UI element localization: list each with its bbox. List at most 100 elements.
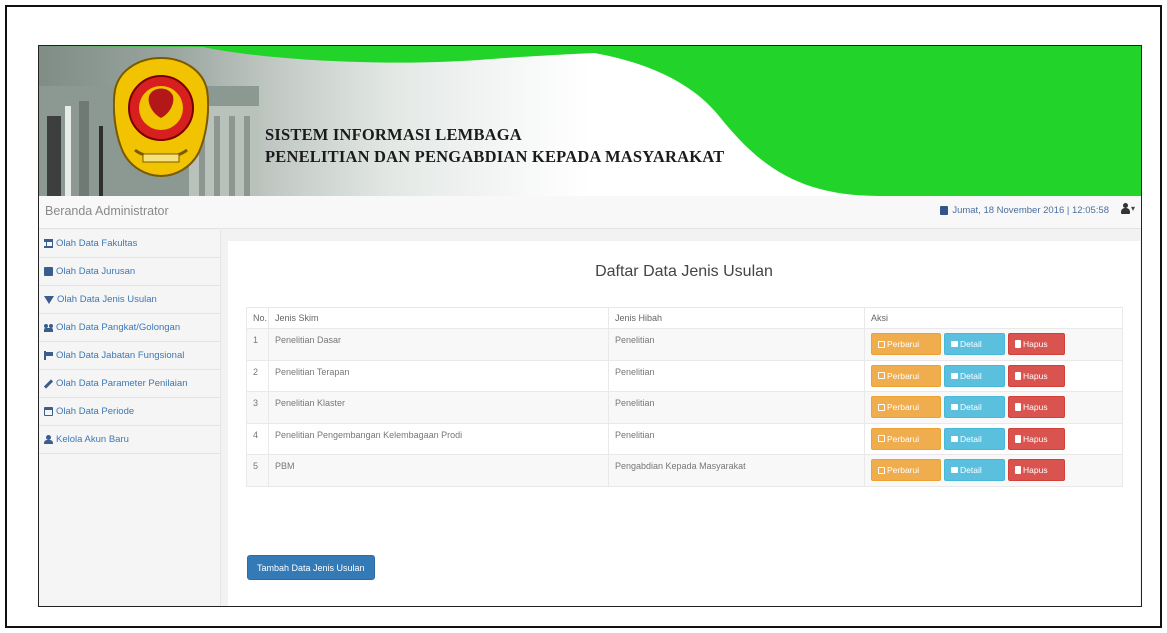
edit-icon (878, 340, 885, 348)
table-row: 2 Penelitian Terapan Penelitian Perbarui… (246, 359, 1123, 392)
table-row: 3 Penelitian Klaster Penelitian Perbarui… (246, 391, 1123, 424)
sidebar-item-label: Olah Data Jabatan Fungsional (56, 350, 185, 361)
content-panel: Daftar Data Jenis Usulan No. Jenis Skim … (228, 241, 1140, 606)
sidebar-item-jenis-usulan[interactable]: Olah Data Jenis Usulan (39, 286, 220, 314)
app-window: SISTEM INFORMASI LEMBAGA PENELITIAN DAN … (38, 45, 1142, 607)
delete-button-label: Hapus (1023, 433, 1048, 444)
sidebar-item-jabatan-fungsional[interactable]: Olah Data Jabatan Fungsional (39, 342, 220, 370)
table-row: 5 PBM Pengabdian Kepada Masyarakat Perba… (246, 454, 1123, 487)
list-icon (951, 404, 958, 411)
book-icon (44, 267, 53, 276)
sidebar-item-label: Kelola Akun Baru (56, 434, 129, 445)
trash-icon (1015, 434, 1021, 443)
column-header-jenis-hibah: Jenis Hibah (608, 307, 865, 329)
sidebar-item-pangkat-golongan[interactable]: Olah Data Pangkat/Golongan (39, 314, 220, 342)
sidebar-item-label: Olah Data Fakultas (56, 238, 138, 249)
row-number: 4 (246, 422, 269, 455)
jenis-hibah-cell: Penelitian (608, 391, 865, 424)
actions-cell: Perbarui Detail Hapus (864, 391, 1123, 424)
row-number: 1 (246, 328, 269, 361)
users-icon (44, 323, 53, 332)
table-row: 4 Penelitian Pengembangan Kelembagaan Pr… (246, 422, 1123, 455)
user-icon (44, 435, 53, 444)
edit-button[interactable]: Perbarui (871, 364, 941, 387)
system-title-line1: SISTEM INFORMASI LEMBAGA (265, 125, 522, 144)
user-menu-toggle[interactable]: ▾ (1120, 203, 1135, 214)
sidebar-item-label: Olah Data Pangkat/Golongan (56, 322, 181, 333)
delete-button[interactable]: Hapus (1008, 427, 1065, 450)
header-banner: SISTEM INFORMASI LEMBAGA PENELITIAN DAN … (39, 46, 1141, 196)
column-header-no: No. (246, 307, 269, 329)
trash-icon (1015, 371, 1021, 380)
detail-button-label: Detail (960, 465, 982, 476)
edit-button[interactable]: Perbarui (871, 459, 941, 482)
edit-button[interactable]: Perbarui (871, 333, 941, 356)
delete-button[interactable]: Hapus (1008, 459, 1065, 482)
delete-button-label: Hapus (1023, 339, 1048, 350)
jenis-usulan-table: No. Jenis Skim Jenis Hibah Aksi 1 Peneli… (246, 307, 1123, 487)
column-header-jenis-skim: Jenis Skim (268, 307, 609, 329)
jenis-hibah-cell: Penelitian (608, 328, 865, 361)
system-title-line2: PENELITIAN DAN PENGABDIAN KEPADA MASYARA… (265, 147, 725, 166)
detail-button[interactable]: Detail (944, 333, 1005, 356)
add-jenis-usulan-button[interactable]: Tambah Data Jenis Usulan (247, 555, 375, 580)
datetime-display: Jumat, 18 November 2016 | 12:05:58 (940, 205, 1109, 216)
jenis-skim-cell: Penelitian Pengembangan Kelembagaan Prod… (268, 422, 609, 455)
sidebar-item-akun-baru[interactable]: Kelola Akun Baru (39, 426, 220, 454)
actions-cell: Perbarui Detail Hapus (864, 359, 1123, 392)
top-navbar: Beranda Administrator Jumat, 18 November… (39, 196, 1141, 229)
jenis-hibah-cell: Penelitian (608, 359, 865, 392)
calendar-icon (44, 407, 53, 416)
edit-button[interactable]: Perbarui (871, 427, 941, 450)
row-number: 5 (246, 454, 269, 487)
trash-icon (1015, 466, 1021, 475)
sidebar-item-label: Olah Data Parameter Penilaian (56, 378, 188, 389)
detail-button[interactable]: Detail (944, 459, 1005, 482)
detail-button[interactable]: Detail (944, 427, 1005, 450)
user-icon (1120, 203, 1130, 214)
delete-button-label: Hapus (1023, 465, 1048, 476)
jenis-skim-cell: PBM (268, 454, 609, 487)
table-header-row: No. Jenis Skim Jenis Hibah Aksi (246, 307, 1123, 329)
actions-cell: Perbarui Detail Hapus (864, 422, 1123, 455)
edit-button-label: Perbarui (887, 402, 920, 413)
sidebar: Olah Data Fakultas Olah Data Jurusan Ola… (39, 230, 221, 606)
jenis-skim-cell: Penelitian Terapan (268, 359, 609, 392)
edit-icon (878, 435, 885, 443)
detail-button-label: Detail (960, 433, 982, 444)
caret-down-icon: ▾ (1130, 204, 1135, 213)
detail-button[interactable]: Detail (944, 364, 1005, 387)
detail-button[interactable]: Detail (944, 396, 1005, 419)
jenis-hibah-cell: Penelitian (608, 422, 865, 455)
jenis-skim-cell: Penelitian Klaster (268, 391, 609, 424)
pencil-icon (44, 379, 53, 388)
sidebar-item-periode[interactable]: Olah Data Periode (39, 398, 220, 426)
trash-icon (1015, 403, 1021, 412)
delete-button[interactable]: Hapus (1008, 333, 1065, 356)
sidebar-item-jurusan[interactable]: Olah Data Jurusan (39, 258, 220, 286)
page-title: Daftar Data Jenis Usulan (595, 263, 773, 280)
trash-icon (1015, 340, 1021, 349)
edit-button[interactable]: Perbarui (871, 396, 941, 419)
edit-button-label: Perbarui (887, 433, 920, 444)
sidebar-item-parameter-penilaian[interactable]: Olah Data Parameter Penilaian (39, 370, 220, 398)
jenis-skim-cell: Penelitian Dasar (268, 328, 609, 361)
actions-cell: Perbarui Detail Hapus (864, 454, 1123, 487)
delete-button-label: Hapus (1023, 370, 1048, 381)
calendar-icon (940, 206, 949, 215)
edit-icon (878, 403, 885, 411)
delete-button[interactable]: Hapus (1008, 364, 1065, 387)
jenis-hibah-cell: Pengabdian Kepada Masyarakat (608, 454, 865, 487)
navbar-brand[interactable]: Beranda Administrator (45, 204, 169, 218)
detail-button-label: Detail (960, 402, 982, 413)
datetime-text: Jumat, 18 November 2016 | 12:05:58 (952, 205, 1109, 216)
list-icon (951, 435, 958, 442)
column-header-aksi: Aksi (864, 307, 1123, 329)
delete-button[interactable]: Hapus (1008, 396, 1065, 419)
sidebar-item-fakultas[interactable]: Olah Data Fakultas (39, 230, 220, 258)
university-logo (113, 56, 209, 178)
row-number: 2 (246, 359, 269, 392)
edit-button-label: Perbarui (887, 465, 920, 476)
table-row: 1 Penelitian Dasar Penelitian Perbarui De… (246, 328, 1123, 361)
list-icon (951, 341, 958, 348)
